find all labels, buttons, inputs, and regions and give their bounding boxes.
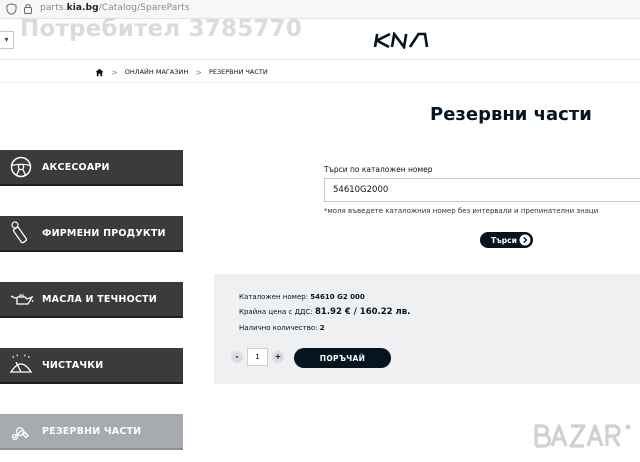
sidebar-item-oils-fluids[interactable]: МАСЛА И ТЕЧНОСТИ bbox=[0, 282, 183, 318]
price-value: 81.92 € / 160.22 лв. bbox=[315, 307, 411, 317]
url-domain: kia.bg bbox=[66, 3, 99, 13]
breadcrumb-separator: > bbox=[195, 67, 202, 77]
stock-row: Налично количество: 2 bbox=[239, 324, 325, 332]
url-prefix: parts. bbox=[40, 3, 67, 13]
order-button[interactable]: ПОРЪЧАЙ bbox=[294, 348, 391, 368]
arrow-right-icon bbox=[519, 234, 531, 246]
stock-value: 2 bbox=[319, 324, 325, 332]
search-label: Търси по каталожен номер bbox=[324, 165, 433, 174]
sidebar-item-label: ФИРМЕНИ ПРОДУКТИ bbox=[42, 228, 166, 239]
search-hint: *моля въведете каталожния номер без инте… bbox=[324, 207, 599, 215]
sidebar-item-spare-parts[interactable]: РЕЗЕРВНИ ЧАСТИ bbox=[0, 414, 183, 450]
result-panel: Каталожен номер: 54610 G2 000 Крайна цен… bbox=[214, 274, 640, 384]
header-divider bbox=[0, 59, 640, 60]
search-button[interactable]: Търси bbox=[480, 232, 533, 248]
oil-can-icon bbox=[10, 294, 34, 305]
sidebar-item-label: РЕЗЕРВНИ ЧАСТИ bbox=[42, 426, 142, 437]
windshield-wiper-icon bbox=[9, 354, 33, 373]
keychain-tag-icon bbox=[11, 221, 28, 244]
breadcrumb-spare-parts[interactable]: РЕЗЕРВНИ ЧАСТИ bbox=[209, 68, 268, 76]
search-button-label: Търси bbox=[491, 235, 517, 245]
kia-logo[interactable] bbox=[372, 32, 430, 49]
page-title: Резервни части bbox=[430, 104, 592, 125]
breadcrumb-separator: > bbox=[111, 67, 118, 77]
quantity-decrease-button[interactable]: - bbox=[231, 351, 243, 363]
shield-icon[interactable] bbox=[6, 3, 17, 15]
catalog-number-label: Каталожен номер: bbox=[239, 293, 309, 301]
breadcrumb: > ОНЛАЙН МАГАЗИН > РЕЗЕРВНИ ЧАСТИ bbox=[95, 66, 268, 78]
lock-icon[interactable] bbox=[23, 2, 33, 15]
catalog-number-row: Каталожен номер: 54610 G2 000 bbox=[239, 293, 365, 301]
home-icon[interactable] bbox=[95, 68, 104, 77]
quantity-input[interactable] bbox=[247, 348, 268, 366]
url-text[interactable]: parts.kia.bg/Catalog/SpareParts bbox=[40, 3, 190, 13]
sidebar-item-label: МАСЛА И ТЕЧНОСТИ bbox=[42, 294, 157, 305]
sidebar-item-label: ЧИСТАЧКИ bbox=[42, 360, 104, 371]
url-path: /Catalog/SpareParts bbox=[98, 3, 190, 13]
stock-label: Налично количество: bbox=[239, 324, 318, 332]
breadcrumb-divider bbox=[0, 82, 640, 83]
sidebar-item-wipers[interactable]: ЧИСТАЧКИ bbox=[0, 348, 183, 384]
steering-wheel-icon bbox=[10, 156, 32, 178]
sidebar-item-accessories[interactable]: АКСЕСОАРИ bbox=[0, 150, 183, 186]
price-row: Крайна цена с ДДС: 81.92 € / 160.22 лв. bbox=[239, 307, 410, 317]
sidebar-item-brand-products[interactable]: ФИРМЕНИ ПРОДУКТИ bbox=[0, 216, 183, 252]
wrench-icon bbox=[11, 426, 29, 441]
bazar-watermark-logo bbox=[534, 424, 631, 448]
breadcrumb-online-shop[interactable]: ОНЛАЙН МАГАЗИН bbox=[125, 68, 189, 76]
quantity-increase-button[interactable]: + bbox=[272, 351, 284, 363]
language-dropdown[interactable]: ▾ bbox=[0, 31, 14, 49]
catalog-number-value: 54610 G2 000 bbox=[310, 293, 365, 301]
sidebar-item-label: АКСЕСОАРИ bbox=[42, 162, 110, 173]
price-label: Крайна цена с ДДС: bbox=[239, 308, 313, 316]
user-watermark: Потребител 3785770 bbox=[20, 16, 303, 42]
catalog-number-input[interactable] bbox=[324, 178, 640, 202]
